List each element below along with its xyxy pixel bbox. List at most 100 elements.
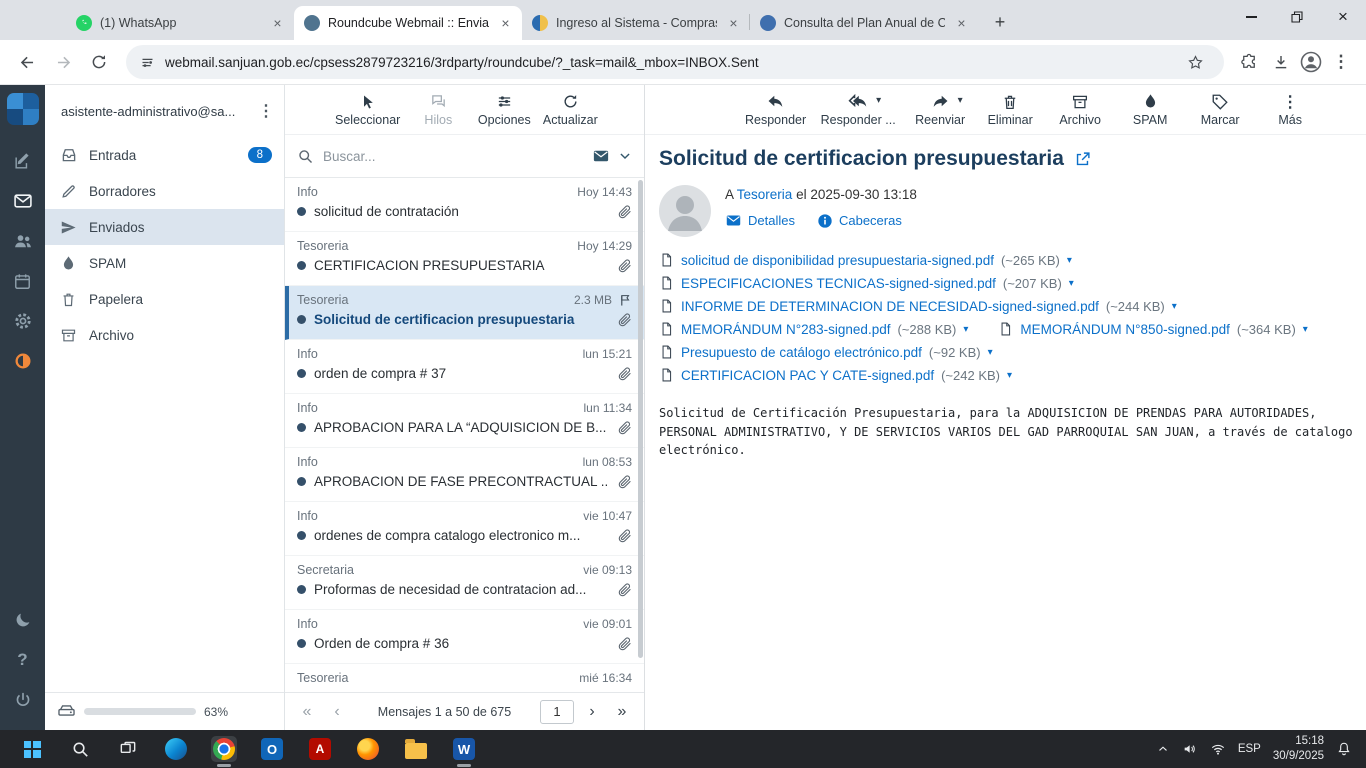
message-row[interactable]: Secretaria vie 09:13 Proformas de necesid…	[285, 556, 644, 610]
reload-icon[interactable]	[82, 45, 116, 79]
calendar-icon[interactable]	[0, 261, 45, 301]
tab-roundcube[interactable]: Roundcube Webmail :: Enviado ×	[294, 6, 522, 40]
close-button[interactable]: ×	[1320, 0, 1366, 34]
site-info-icon[interactable]	[140, 55, 155, 70]
folder-entrada[interactable]: Entrada 8	[45, 137, 284, 173]
attachment-menu-caret-icon[interactable]: ▾	[1303, 324, 1308, 335]
attachment-menu-caret-icon[interactable]: ▾	[1067, 255, 1072, 266]
mail-icon[interactable]	[0, 181, 45, 221]
attachment-menu-caret-icon[interactable]: ▾	[1172, 301, 1177, 312]
attachment-item[interactable]: MEMORÁNDUM N°850-signed.pdf (~364 KB) ▾	[998, 320, 1308, 338]
word-icon[interactable]: W	[451, 736, 477, 762]
attachment-menu-caret-icon[interactable]: ▾	[1007, 370, 1012, 381]
firefox-icon[interactable]	[355, 736, 381, 762]
attachment-name[interactable]: CERTIFICACION PAC Y CATE-signed.pdf	[681, 368, 934, 383]
page-number-input[interactable]	[540, 699, 574, 724]
volume-icon[interactable]	[1182, 741, 1198, 757]
spam-button[interactable]: SPAM	[1120, 92, 1180, 127]
dropdown-caret-icon[interactable]: ▾	[876, 95, 881, 106]
help-icon[interactable]: ?	[0, 640, 45, 680]
notifications-bell-icon[interactable]	[1336, 741, 1352, 757]
hidden-icons-chevron-icon[interactable]	[1156, 742, 1170, 756]
network-wifi-icon[interactable]	[1210, 741, 1226, 757]
message-row[interactable]: Info lun 11:34 APROBACION PARA LA “ADQUIS…	[285, 394, 644, 448]
attachment-menu-caret-icon[interactable]: ▾	[1069, 278, 1074, 289]
task-view-icon[interactable]	[115, 736, 141, 762]
dropdown-caret-icon[interactable]: ▾	[958, 95, 963, 106]
profile-avatar-icon[interactable]	[1298, 49, 1324, 75]
attachment-item[interactable]: CERTIFICACION PAC Y CATE-signed.pdf (~24…	[659, 366, 1012, 384]
new-tab-button[interactable]: +	[986, 8, 1014, 36]
tab-whatsapp[interactable]: (1) WhatsApp ×	[66, 6, 294, 40]
threads-button[interactable]: Hilos	[410, 92, 466, 127]
next-page-icon[interactable]: ›	[580, 700, 604, 724]
folder-archivo[interactable]: Archivo	[45, 317, 284, 353]
account-menu-icon[interactable]: ⋮	[254, 99, 278, 123]
message-row[interactable]: Info vie 10:47 ordenes de compra catalogo…	[285, 502, 644, 556]
options-button[interactable]: Opciones	[476, 92, 532, 127]
attachment-item[interactable]: ESPECIFICACIONES TECNICAS-signed-signed.…	[659, 274, 1074, 292]
folder-spam[interactable]: SPAM	[45, 245, 284, 281]
minimize-button[interactable]	[1228, 0, 1274, 34]
mark-button[interactable]: Marcar	[1190, 92, 1250, 127]
taskbar-search-icon[interactable]	[67, 736, 93, 762]
contacts-icon[interactable]	[0, 221, 45, 261]
forward-button[interactable]: ▾ Reenviar	[910, 92, 970, 127]
list-scrollbar[interactable]	[638, 180, 643, 658]
attachment-item[interactable]: MEMORÁNDUM N°283-signed.pdf (~288 KB) ▾	[659, 320, 968, 338]
attachment-menu-caret-icon[interactable]: ▾	[988, 347, 993, 358]
message-row[interactable]: Info lun 15:21 orden de compra # 37	[285, 340, 644, 394]
attachment-item[interactable]: solicitud de disponibilidad presupuestar…	[659, 251, 1072, 269]
tab-close-icon[interactable]: ×	[497, 15, 514, 32]
dark-mode-moon-icon[interactable]	[0, 600, 45, 640]
folder-papelera[interactable]: Papelera	[45, 281, 284, 317]
language-indicator[interactable]: ESP	[1238, 743, 1261, 755]
flag-icon[interactable]	[618, 293, 632, 307]
start-button[interactable]	[19, 736, 45, 762]
delete-button[interactable]: Eliminar	[980, 92, 1040, 127]
attachment-name[interactable]: INFORME DE DETERMINACION DE NECESIDAD-si…	[681, 299, 1099, 314]
last-page-icon[interactable]: »	[610, 700, 634, 724]
attachment-item[interactable]: INFORME DE DETERMINACION DE NECESIDAD-si…	[659, 297, 1177, 315]
chrome-icon[interactable]	[211, 736, 237, 762]
compose-icon[interactable]	[0, 141, 45, 181]
attachment-name[interactable]: Presupuesto de catálogo electrónico.pdf	[681, 345, 922, 360]
message-row[interactable]: Tesoreria mié 16:34	[285, 664, 644, 692]
more-button[interactable]: ⋮ Más	[1260, 92, 1320, 127]
message-row[interactable]: Info Hoy 14:43 solicitud de contratación	[285, 178, 644, 232]
open-in-new-window-icon[interactable]	[1074, 151, 1091, 168]
refresh-button[interactable]: Actualizar	[542, 92, 598, 127]
taskbar-clock[interactable]: 15:18 30/9/2025	[1273, 734, 1324, 764]
settings-gear-icon[interactable]	[0, 301, 45, 341]
reply-button[interactable]: Responder	[745, 92, 806, 127]
attachment-name[interactable]: ESPECIFICACIONES TECNICAS-signed-signed.…	[681, 276, 996, 291]
details-button[interactable]: Detalles	[725, 212, 795, 229]
address-bar[interactable]: webmail.sanjuan.gob.ec/cpsess2879723216/…	[126, 45, 1224, 79]
select-button[interactable]: Seleccionar	[335, 92, 400, 127]
search-input[interactable]	[323, 148, 583, 164]
search-scope[interactable]	[592, 147, 632, 165]
tab-plan-anual[interactable]: Consulta del Plan Anual de Con ×	[749, 6, 978, 40]
attachment-item[interactable]: Presupuesto de catálogo electrónico.pdf …	[659, 343, 993, 361]
file-explorer-icon[interactable]	[403, 736, 429, 762]
extensions-icon[interactable]	[1234, 47, 1264, 77]
cpanel-icon[interactable]	[0, 341, 45, 381]
message-row-selected[interactable]: Tesoreria 2.3 MB Solicitud de certificaci…	[285, 286, 644, 340]
first-page-icon[interactable]: «	[295, 700, 319, 724]
outlook-icon[interactable]: O	[259, 736, 285, 762]
attachment-menu-caret-icon[interactable]: ▾	[963, 324, 968, 335]
folder-enviados[interactable]: Enviados	[45, 209, 284, 245]
tab-close-icon[interactable]: ×	[953, 15, 970, 32]
message-row[interactable]: Info lun 08:53 APROBACION DE FASE PRECONT…	[285, 448, 644, 502]
edge-icon[interactable]	[163, 736, 189, 762]
bookmark-star-icon[interactable]	[1180, 47, 1210, 77]
forward-icon[interactable]	[46, 45, 80, 79]
restore-button[interactable]	[1274, 0, 1320, 34]
prev-page-icon[interactable]: ‹	[325, 700, 349, 724]
tab-close-icon[interactable]: ×	[725, 15, 742, 32]
message-row[interactable]: Info vie 09:01 Orden de compra # 36	[285, 610, 644, 664]
message-row[interactable]: Tesoreria Hoy 14:29 CERTIFICACION PRESUPU…	[285, 232, 644, 286]
attachment-name[interactable]: MEMORÁNDUM N°283-signed.pdf	[681, 322, 890, 337]
recipient-link[interactable]: Tesoreria	[737, 187, 793, 202]
browser-menu-icon[interactable]: ⋮	[1326, 47, 1356, 77]
